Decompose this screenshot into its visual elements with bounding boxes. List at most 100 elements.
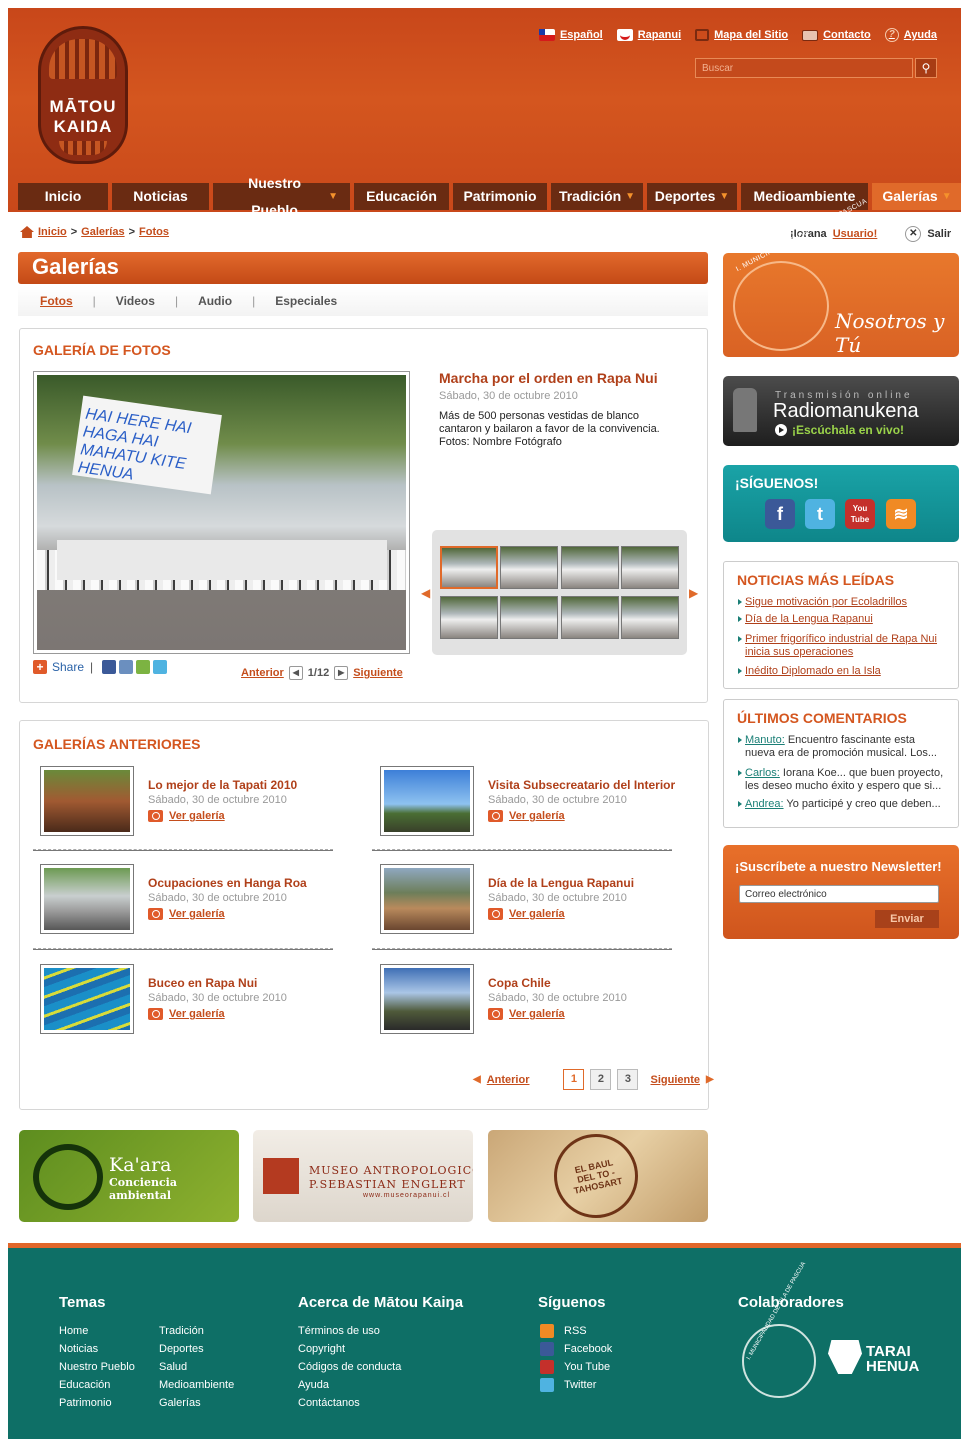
page-1[interactable]: 1 (563, 1069, 585, 1090)
municipality-seal-icon[interactable] (742, 1324, 816, 1398)
nav-patrimonio[interactable]: Patrimonio (453, 183, 547, 210)
list-item: Inédito Diplomado en la Isla (738, 665, 948, 678)
footer-link[interactable]: Copyright (298, 1340, 401, 1358)
search-button[interactable]: ⚲ (915, 58, 937, 78)
user-link[interactable]: Usuario! (833, 228, 878, 240)
close-icon[interactable]: ✕ (905, 226, 922, 242)
tab-audio[interactable]: Audio (198, 294, 232, 308)
pager-next[interactable]: Siguiente (650, 1074, 700, 1086)
digg-icon[interactable] (119, 660, 134, 674)
thumbnail[interactable] (561, 596, 619, 639)
footer-link[interactable]: Tradición (159, 1322, 234, 1340)
sponsor-kaara[interactable]: Ka'ara Conciencia ambiental (19, 1130, 239, 1222)
footer-link[interactable]: Contáctanos (298, 1394, 401, 1412)
gallery-description: Más de 500 personas vestidas de blanco c… (439, 410, 660, 448)
radio-banner[interactable]: Transmisión online Radiomanukena ¡Escúch… (723, 376, 959, 446)
page-2[interactable]: 2 (590, 1069, 612, 1090)
twitter-icon[interactable] (153, 660, 168, 674)
pager-prev[interactable]: Anterior (487, 1074, 530, 1086)
footer-link[interactable]: Medioambiente (159, 1376, 234, 1394)
footer-rss-link[interactable]: RSS (540, 1322, 612, 1340)
crumb-fotos[interactable]: Fotos (139, 226, 169, 238)
facebook-icon[interactable]: f (765, 499, 795, 529)
photo-next-link[interactable]: Siguiente (353, 667, 403, 679)
thumbnail[interactable] (500, 596, 558, 639)
share-plus-icon[interactable]: + (33, 660, 47, 674)
logout-link[interactable]: Salir (927, 228, 951, 240)
nav-galerias[interactable]: Galerías ▼ (872, 183, 961, 210)
footer-link[interactable]: Términos de uso (298, 1322, 401, 1340)
gallery-section-title: GALERÍA DE FOTOS (33, 342, 171, 358)
thumbs-next-icon[interactable]: ▶ (689, 586, 698, 600)
footer-link[interactable]: Códigos de conducta (298, 1358, 401, 1376)
prev-arrow-icon: ◀ (473, 1074, 481, 1085)
baul-logo: EL BAUL DEL TO - TAHOSART (546, 1130, 646, 1222)
footer-link[interactable]: Ayuda (298, 1376, 401, 1394)
footer-link[interactable]: Galerías (159, 1394, 234, 1412)
send-button[interactable]: Enviar (875, 910, 939, 928)
link-espanol[interactable]: Español (538, 29, 603, 41)
nav-nuestro-pueblo[interactable]: Nuestro Pueblo ▼ (213, 175, 350, 218)
thumbnail[interactable] (440, 596, 498, 639)
nav-noticias[interactable]: Noticias (112, 183, 209, 210)
tab-fotos[interactable]: Fotos (40, 294, 73, 308)
gallery-item[interactable]: Buceo en Rapa Nui Sábado, 30 de octubre … (40, 964, 340, 1064)
footer-facebook-link[interactable]: Facebook (540, 1340, 612, 1358)
thumbnail[interactable] (561, 546, 619, 589)
footer-link[interactable]: Home (59, 1322, 135, 1340)
tab-especiales[interactable]: Especiales (275, 294, 337, 308)
tarai-henua-logo[interactable]: TARAI HENUA (866, 1344, 919, 1374)
next-arrow-icon[interactable]: ▶ (334, 666, 349, 680)
thumbs-prev-icon[interactable]: ◀ (421, 586, 430, 600)
comments-box: ÚLTIMOS COMENTARIOS Manuto: Encuentro fa… (723, 699, 959, 828)
footer-link[interactable]: Patrimonio (59, 1394, 135, 1412)
thumbnail[interactable] (621, 546, 679, 589)
link-sitemap[interactable]: Mapa del Sitio (695, 29, 788, 41)
twitter-icon[interactable]: t (805, 499, 835, 529)
nav-educacion[interactable]: Educación (354, 183, 449, 210)
sitemap-icon (695, 29, 710, 41)
thumbnail[interactable] (621, 596, 679, 639)
prev-arrow-icon[interactable]: ◀ (288, 666, 303, 680)
sponsor-baul[interactable]: EL BAUL DEL TO - TAHOSART (488, 1130, 708, 1222)
tarai-henua-icon[interactable] (828, 1340, 862, 1374)
crumb-galerias[interactable]: Galerías (81, 226, 124, 238)
site-logo[interactable]: MĀTOU KAIŊA (38, 26, 128, 164)
footer-link[interactable]: Deportes (159, 1340, 234, 1358)
email-field[interactable] (739, 885, 939, 903)
footer-link[interactable]: Nuestro Pueblo (59, 1358, 135, 1376)
chevron-down-icon: ▼ (719, 191, 730, 202)
link-contact[interactable]: Contacto (802, 29, 871, 41)
search-input[interactable]: Buscar (695, 58, 913, 78)
gallery-item[interactable]: Lo mejor de la Tapati 2010 Sábado, 30 de… (40, 766, 340, 866)
thumbnail[interactable] (440, 546, 498, 589)
rss-icon[interactable]: ≋ (886, 499, 916, 529)
link-help[interactable]: ? Ayuda (884, 28, 937, 42)
page-3[interactable]: 3 (617, 1069, 639, 1090)
main-photo[interactable]: HAI HERE HAI HAGA HAI MAHATU KITE HENUA (33, 371, 410, 654)
footer-link[interactable]: Educación (59, 1376, 135, 1394)
facebook-icon[interactable] (102, 660, 117, 674)
crumb-inicio[interactable]: Inicio (38, 226, 67, 238)
thumbnail[interactable] (500, 546, 558, 589)
nav-tradicion[interactable]: Tradición ▼ (551, 183, 643, 210)
nav-inicio[interactable]: Inicio (18, 183, 108, 210)
link-rapanui[interactable]: Rapanui (616, 29, 681, 41)
nosotros-banner[interactable]: I. MUNICIPALIDAD DE ISLA DE PASCUA Nosot… (723, 198, 959, 357)
footer-link[interactable]: Noticias (59, 1340, 135, 1358)
youtube-icon[interactable]: You Tube (845, 499, 875, 529)
gallery-item[interactable]: Visita Subsecreatario del Interior Sábad… (380, 766, 680, 866)
footer-youtube-link[interactable]: You Tube (540, 1358, 612, 1376)
sponsor-museo[interactable]: MUSEO ANTROPOLOGICO P.SEBASTIAN ENGLERT … (253, 1130, 473, 1222)
header: MĀTOU KAIŊA Español Rapanui Mapa del Sit… (8, 8, 961, 218)
kaara-logo-icon (33, 1144, 103, 1210)
delicious-icon[interactable] (136, 660, 151, 674)
nav-deportes[interactable]: Deportes ▼ (647, 183, 737, 210)
gallery-item[interactable]: Copa Chile Sábado, 30 de octubre 2010 Ve… (380, 964, 680, 1064)
share-label[interactable]: Share (52, 660, 84, 674)
footer-twitter-link[interactable]: Twitter (540, 1376, 612, 1394)
chile-flag-icon (538, 29, 555, 41)
photo-prev-link[interactable]: Anterior (241, 667, 284, 679)
tab-videos[interactable]: Videos (116, 294, 155, 308)
footer-link[interactable]: Salud (159, 1358, 234, 1376)
